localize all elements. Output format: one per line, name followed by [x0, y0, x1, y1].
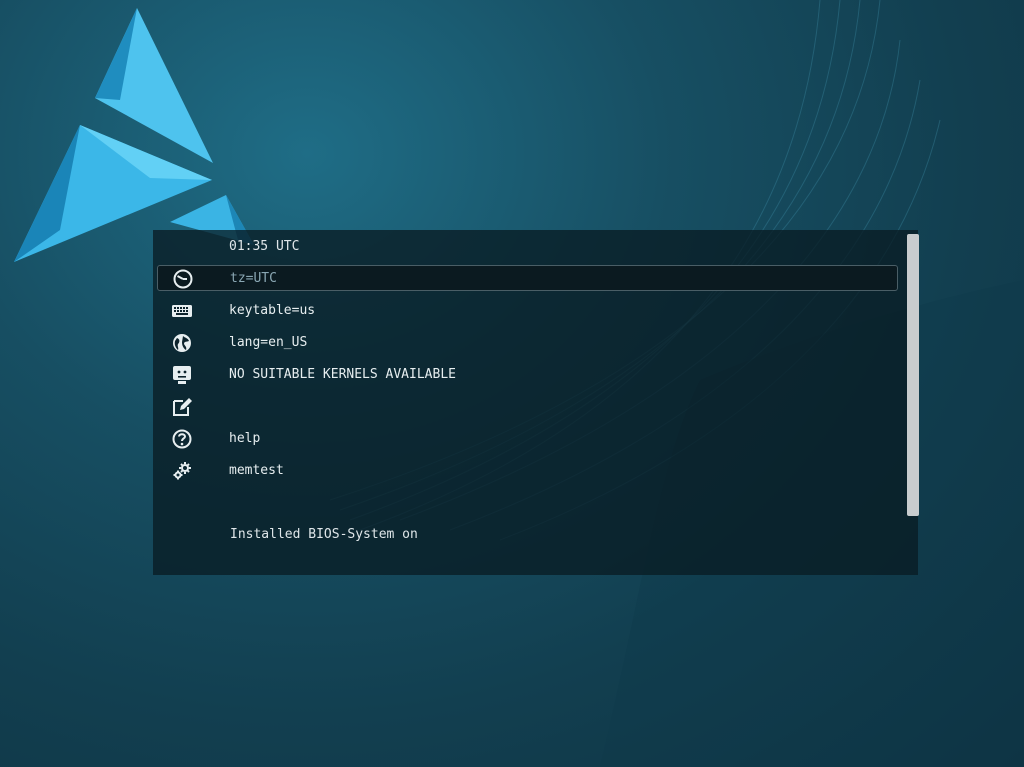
menu-item-label: NO SUITABLE KERNELS AVAILABLE — [229, 367, 456, 382]
help-icon — [172, 429, 192, 449]
gears-icon — [173, 462, 191, 480]
globe-icon — [173, 334, 191, 352]
menu-item-timezone[interactable]: tz=UTC — [157, 265, 898, 291]
menu-scrollbar[interactable] — [907, 234, 919, 516]
installed-system-info: Installed BIOS-System on — [230, 527, 418, 542]
menu-item-keytable[interactable]: keytable=us — [157, 298, 898, 324]
menu-item-label: help — [229, 431, 261, 446]
menu-item-help[interactable]: help — [157, 426, 898, 452]
sad-monitor-icon — [173, 366, 191, 384]
menu-item-language[interactable]: lang=en_US — [157, 330, 898, 356]
menu-item-kernels[interactable]: NO SUITABLE KERNELS AVAILABLE — [157, 362, 898, 388]
menu-item-label: keytable=us — [229, 303, 316, 318]
menu-item-label: lang=en_US — [229, 335, 308, 350]
clock-display: 01:35 UTC — [229, 239, 300, 254]
keyboard-icon — [172, 305, 192, 317]
menu-item-memtest[interactable]: memtest — [157, 458, 898, 484]
edit-icon — [173, 398, 192, 416]
menu-item-edit[interactable] — [157, 394, 898, 420]
menu-item-label: memtest — [229, 463, 284, 478]
menu-item-label: tz=UTC — [230, 271, 277, 286]
clock-icon — [173, 269, 193, 289]
